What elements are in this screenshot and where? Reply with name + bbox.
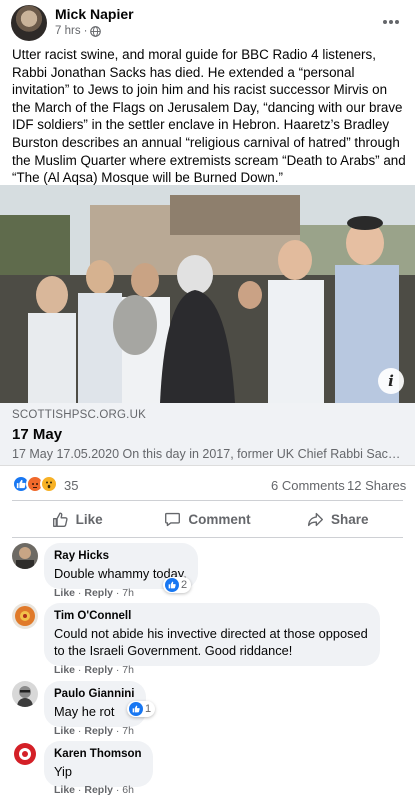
link-title: 17 May <box>12 426 63 443</box>
commenter-name[interactable]: Paulo Giannini <box>54 687 135 701</box>
link-preview[interactable]: SCOTTISHPSC.ORG.UK 17 May 17 May 17.05.2… <box>0 403 415 466</box>
share-label: Share <box>331 511 369 527</box>
post-header: Mick Napier 7 hrs · <box>0 0 415 44</box>
comment-text: Yip <box>54 764 73 779</box>
like-icon <box>129 702 143 716</box>
comment-actions: Like · Reply · 7h <box>54 587 134 599</box>
post-text: Utter racist swine, and moral guide for … <box>12 47 406 186</box>
comment-label: Comment <box>188 511 251 527</box>
commenter-name[interactable]: Ray Hicks <box>54 549 187 563</box>
comment-reaction-count: 2 <box>181 579 188 591</box>
comment-text: Could not abide his invective directed a… <box>54 626 368 658</box>
commenter-avatar[interactable] <box>12 603 38 629</box>
comment-bubble: Karen Thomson Yip <box>44 741 153 787</box>
post-image[interactable]: i <box>0 185 415 403</box>
commenter-avatar[interactable] <box>12 681 38 707</box>
comment-like-link[interactable]: Like <box>54 784 75 796</box>
comment-reactions[interactable]: 2 <box>163 577 192 593</box>
like-icon <box>52 511 68 527</box>
comment-time[interactable]: 7h <box>122 587 134 599</box>
reaction-count[interactable]: 35 <box>64 478 78 493</box>
author-name[interactable]: Mick Napier <box>55 6 134 22</box>
wow-reaction-icon <box>40 475 58 493</box>
commenter-name[interactable]: Tim O'Connell <box>54 609 369 623</box>
action-bar: Like Comment Share <box>12 500 403 538</box>
share-icon <box>308 512 324 526</box>
comment-reactions[interactable]: 1 <box>127 701 156 717</box>
comment-time[interactable]: 6h <box>122 784 134 796</box>
photo-crowd-illustration <box>0 185 415 403</box>
like-label: Like <box>75 511 103 527</box>
link-description: 17 May 17.05.2020 On this day in 2017, f… <box>12 447 401 461</box>
shares-count[interactable]: 12 Shares <box>347 478 406 493</box>
comment-reply-link[interactable]: Reply <box>84 725 113 737</box>
author-avatar[interactable] <box>11 5 47 41</box>
post-meta: 7 hrs · <box>55 25 102 37</box>
comment-reply-link[interactable]: Reply <box>84 784 113 796</box>
commenter-avatar[interactable] <box>12 741 38 767</box>
comment-text: May he rot <box>54 704 115 719</box>
comment-time[interactable]: 7h <box>122 664 134 676</box>
comment-reaction-count: 1 <box>145 703 152 715</box>
comment-like-link[interactable]: Like <box>54 587 75 599</box>
comments-count[interactable]: 6 Comments <box>271 478 345 493</box>
comment-reply-link[interactable]: Reply <box>84 587 113 599</box>
comment-reply-link[interactable]: Reply <box>84 664 113 676</box>
comment-actions: Like · Reply · 6h <box>54 784 134 796</box>
info-icon[interactable]: i <box>378 368 404 394</box>
comment-time[interactable]: 7h <box>122 725 134 737</box>
comment-bubble: Tim O'Connell Could not abide his invect… <box>44 603 380 666</box>
like-button[interactable]: Like <box>12 501 142 537</box>
comment-actions: Like · Reply · 7h <box>54 664 134 676</box>
globe-icon <box>90 25 102 37</box>
stats-row: 35 6 Comments 12 Shares <box>0 472 415 498</box>
commenter-avatar[interactable] <box>12 543 38 569</box>
comment-icon <box>165 512 181 526</box>
post-time[interactable]: 7 hrs <box>55 25 81 37</box>
share-button[interactable]: Share <box>273 501 403 537</box>
commenter-name[interactable]: Karen Thomson <box>54 747 142 761</box>
meta-separator: · <box>83 25 88 37</box>
link-domain: SCOTTISHPSC.ORG.UK <box>12 409 146 421</box>
like-icon <box>165 578 179 592</box>
reaction-icons[interactable] <box>12 475 58 493</box>
comment-like-link[interactable]: Like <box>54 664 75 676</box>
comment-button[interactable]: Comment <box>142 501 272 537</box>
comment-actions: Like · Reply · 7h <box>54 725 134 737</box>
more-icon[interactable] <box>379 12 403 32</box>
comment-like-link[interactable]: Like <box>54 725 75 737</box>
